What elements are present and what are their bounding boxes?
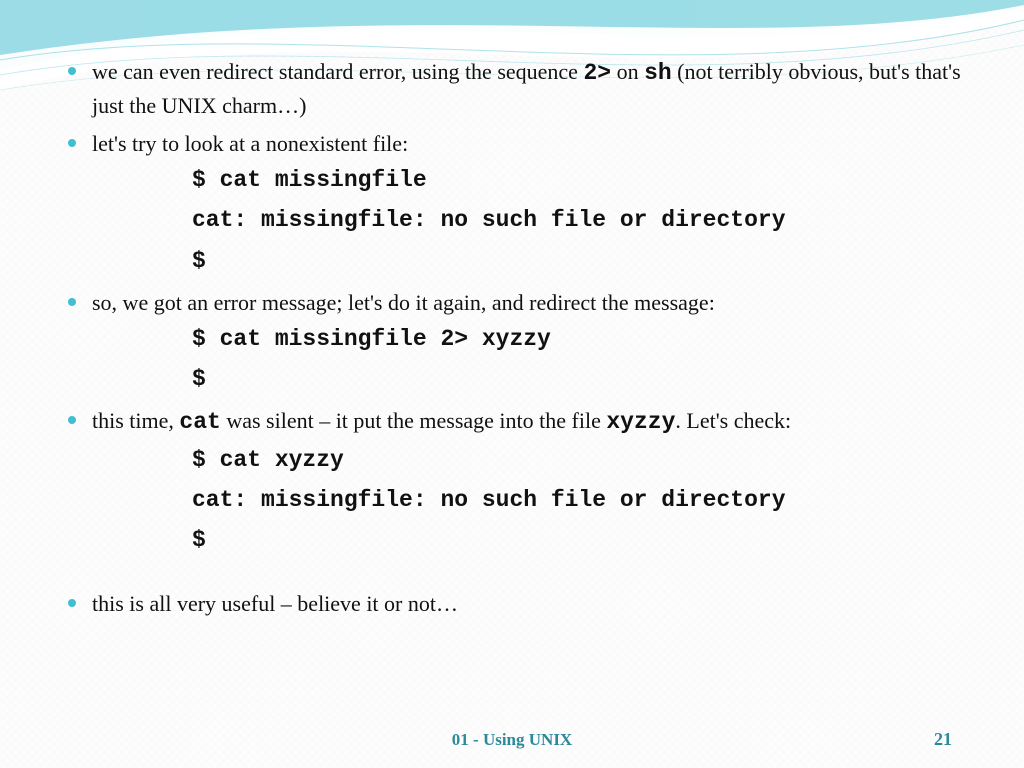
code-line: cat: missingfile: no such file or direct…	[192, 207, 786, 233]
text-fragment: we can even redirect standard error, usi…	[92, 59, 583, 84]
code-block-1: $ cat missingfile cat: missingfile: no s…	[192, 160, 964, 281]
code-line: $ cat xyzzy	[192, 447, 344, 473]
code-line: $	[192, 527, 206, 553]
code-block-2: $ cat missingfile 2> xyzzy $	[192, 319, 964, 400]
text-fragment: let's try to look at a nonexistent file:	[92, 131, 408, 156]
code-line: $ cat missingfile	[192, 167, 427, 193]
slide-footer: 01 - Using UNIX 21	[0, 730, 1024, 750]
bullet-item-4: this time, cat was silent – it put the m…	[60, 405, 964, 560]
footer-title: 01 - Using UNIX	[452, 730, 572, 749]
code-line: $	[192, 248, 206, 274]
inline-code: sh	[644, 60, 672, 86]
inline-code: 2>	[583, 60, 611, 86]
text-fragment: on	[611, 59, 644, 84]
text-fragment: this is all very useful – believe it or …	[92, 591, 458, 616]
bullet-item-1: we can even redirect standard error, usi…	[60, 56, 964, 122]
text-fragment: was silent – it put the message into the…	[221, 408, 607, 433]
code-block-3: $ cat xyzzy cat: missingfile: no such fi…	[192, 440, 964, 561]
code-line: cat: missingfile: no such file or direct…	[192, 487, 786, 513]
bullet-list: we can even redirect standard error, usi…	[60, 56, 964, 620]
code-line: $	[192, 366, 206, 392]
bullet-item-3: so, we got an error message; let's do it…	[60, 287, 964, 399]
bullet-item-5: this is all very useful – believe it or …	[60, 588, 964, 620]
slide-content: we can even redirect standard error, usi…	[0, 0, 1024, 620]
text-fragment: this time,	[92, 408, 179, 433]
bullet-item-2: let's try to look at a nonexistent file:…	[60, 128, 964, 281]
inline-code: cat	[179, 409, 220, 435]
inline-code: xyzzy	[606, 409, 675, 435]
code-line: $ cat missingfile 2> xyzzy	[192, 326, 551, 352]
footer-page-number: 21	[934, 729, 952, 750]
text-fragment: . Let's check:	[675, 408, 791, 433]
text-fragment: so, we got an error message; let's do it…	[92, 290, 715, 315]
